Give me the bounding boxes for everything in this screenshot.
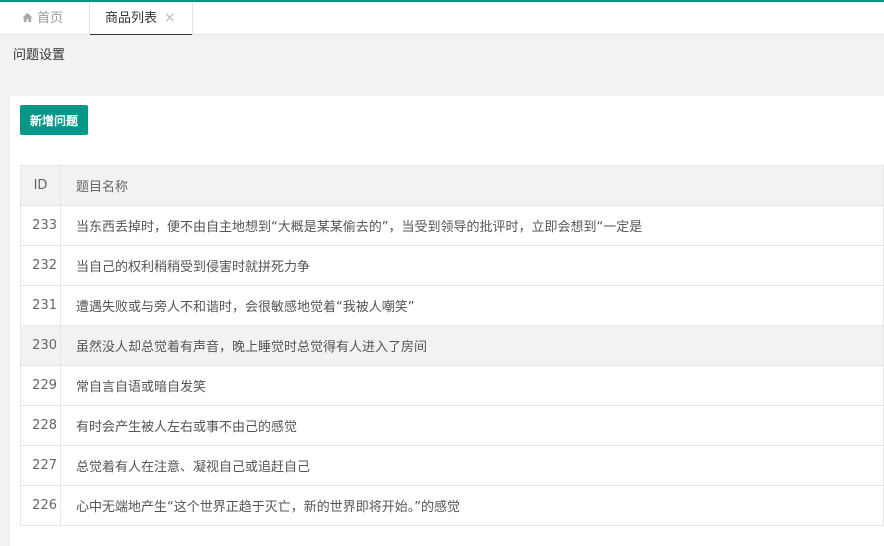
table-row[interactable]: 229 常自言自语或暗自发笑 — [20, 365, 884, 406]
row-id: 231 — [20, 285, 61, 326]
home-icon — [22, 12, 33, 23]
table-row[interactable]: 228 有时会产生被人左右或事不由己的感觉 — [20, 405, 884, 446]
row-id: 227 — [20, 445, 61, 486]
row-question-name: 总觉着有人在注意、凝视自己或追赶自己 — [60, 445, 884, 486]
table-row[interactable]: 231 遭遇失败或与旁人不和谐时，会很敏感地觉着“我被人嘲笑” — [20, 285, 884, 326]
tab-bar: 首页 商品列表 × — [0, 0, 884, 36]
row-question-name: 常自言自语或暗自发笑 — [60, 365, 884, 406]
row-question-name: 有时会产生被人左右或事不由己的感觉 — [60, 405, 884, 446]
table-row[interactable]: 226 心中无端地产生“这个世界正趋于灭亡，新的世界即将开始。”的感觉 — [20, 485, 884, 526]
row-id: 229 — [20, 365, 61, 406]
tab-product-list[interactable]: 商品列表 × — [90, 2, 193, 36]
add-question-button[interactable]: 新增问题 — [20, 105, 88, 135]
tab-product-list-label: 商品列表 — [105, 11, 158, 26]
row-id: 232 — [20, 245, 61, 286]
table-row[interactable]: 227 总觉着有人在注意、凝视自己或追赶自己 — [20, 445, 884, 486]
close-icon[interactable]: × — [164, 2, 176, 35]
row-question-name: 当自己的权利稍稍受到侵害时就拼死力争 — [60, 245, 884, 286]
row-id: 233 — [20, 205, 61, 246]
tab-home[interactable]: 首页 — [0, 2, 90, 35]
tab-home-label: 首页 — [37, 11, 64, 26]
row-id: 226 — [20, 485, 61, 526]
questions-table: ID 题目名称 233 当东西丢掉时，便不由自主地想到“大概是某某偷去的”，当受… — [20, 165, 884, 526]
column-header-name[interactable]: 题目名称 — [60, 165, 884, 206]
column-header-id[interactable]: ID — [20, 165, 61, 206]
table-row[interactable]: 233 当东西丢掉时，便不由自主地想到“大概是某某偷去的”，当受到领导的批评时，… — [20, 205, 884, 246]
table-row[interactable]: 232 当自己的权利稍稍受到侵害时就拼死力争 — [20, 245, 884, 286]
row-id: 230 — [20, 325, 61, 366]
table-header-row: ID 题目名称 — [20, 165, 884, 206]
table-row-hovered[interactable]: 230 虽然没人却总觉着有声音，晚上睡觉时总觉得有人进入了房间 — [20, 325, 884, 366]
row-question-name: 遭遇失败或与旁人不和谐时，会很敏感地觉着“我被人嘲笑” — [60, 285, 884, 326]
content-card: 新增问题 ID 题目名称 233 当东西丢掉时，便不由自主地想到“大概是某某偷去… — [10, 96, 884, 546]
row-question-name: 虽然没人却总觉着有声音，晚上睡觉时总觉得有人进入了房间 — [60, 325, 884, 366]
row-question-name: 心中无端地产生“这个世界正趋于灭亡，新的世界即将开始。”的感觉 — [60, 485, 884, 526]
row-question-name: 当东西丢掉时，便不由自主地想到“大概是某某偷去的”，当受到领导的批评时，立即会想… — [60, 205, 884, 246]
page-title: 问题设置 — [0, 35, 884, 77]
row-id: 228 — [20, 405, 61, 446]
